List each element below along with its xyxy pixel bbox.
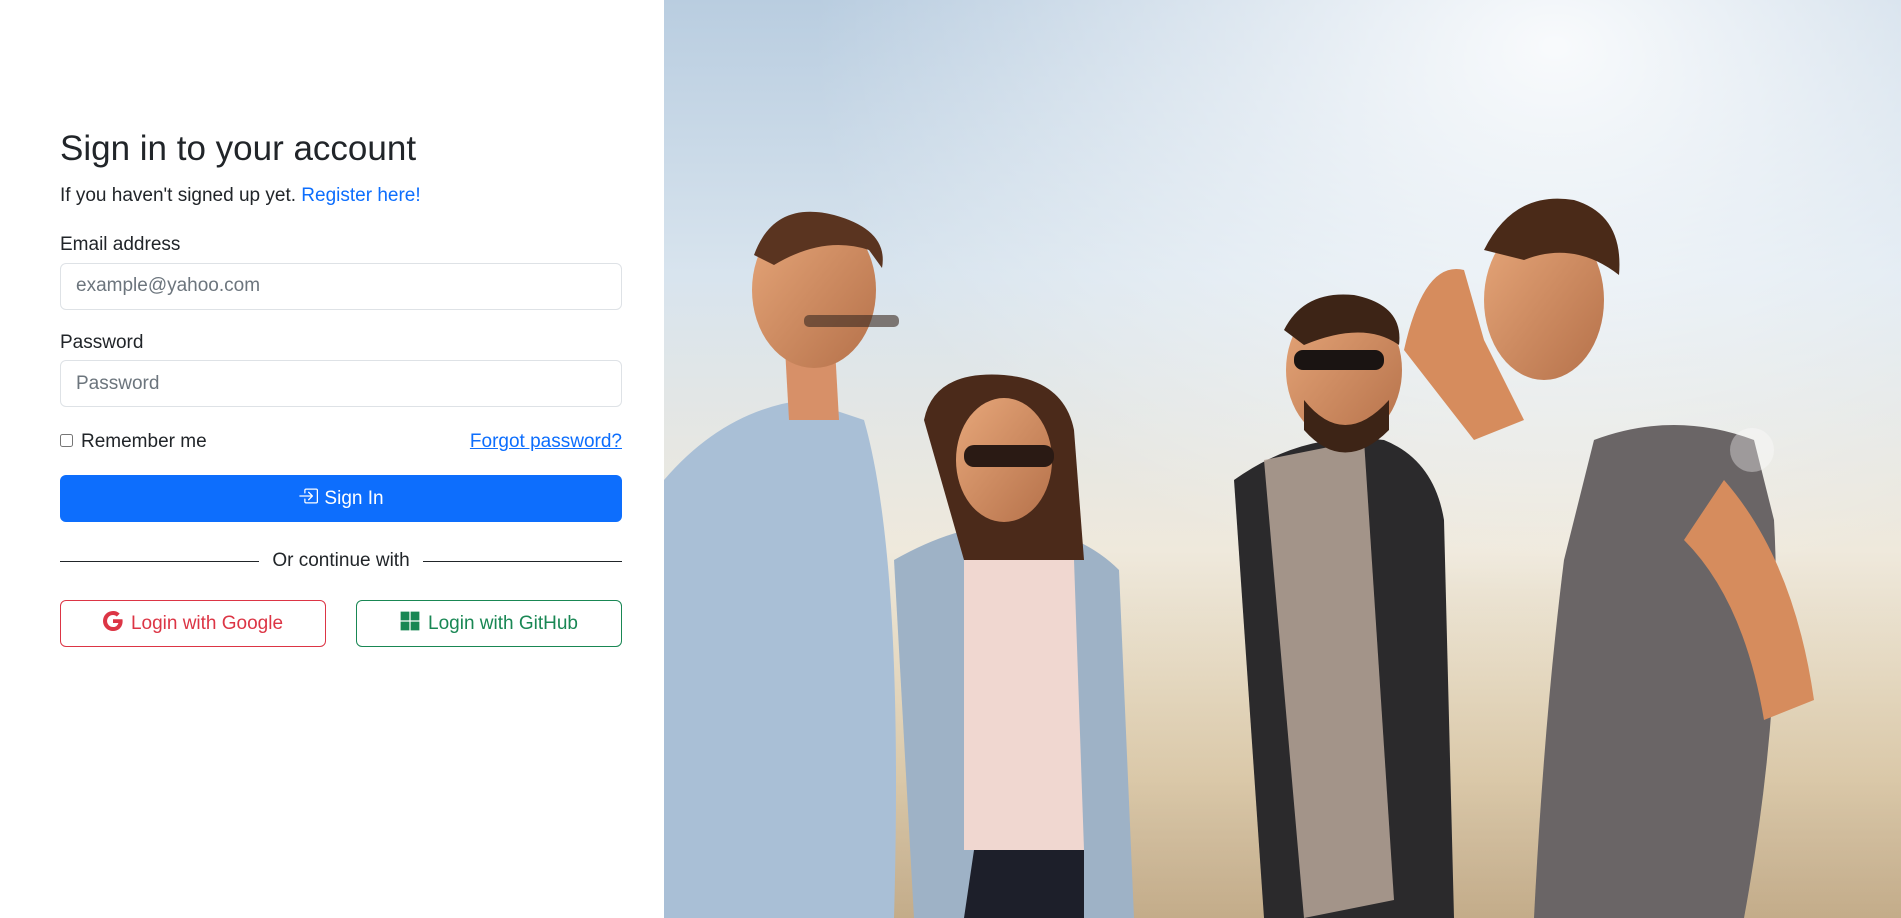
remember-row: Remember me Forgot password?	[60, 431, 622, 453]
sign-in-icon	[298, 486, 319, 512]
password-field[interactable]	[60, 360, 622, 408]
github-login-label: Login with GitHub	[428, 612, 578, 634]
google-login-label: Login with Google	[130, 612, 284, 634]
email-field[interactable]	[60, 262, 622, 310]
continue-divider: Or continue with	[60, 550, 623, 572]
google-icon	[102, 610, 123, 637]
page-title: Sign in to your account	[60, 129, 417, 168]
register-prompt: If you haven't signed up yet. Register h…	[60, 184, 622, 208]
google-login-button[interactable]: Login with Google	[60, 600, 326, 648]
email-label: Email address	[60, 233, 181, 255]
remember-me[interactable]: Remember me	[60, 431, 207, 453]
windows-grid-icon	[400, 611, 420, 637]
remember-me-checkbox[interactable]	[60, 433, 73, 447]
register-prompt-text: If you haven't signed up yet.	[60, 185, 297, 206]
login-page: Sign in to your account If you haven't s…	[0, 0, 1901, 918]
lens-flare	[1730, 428, 1774, 472]
register-link[interactable]: Register here!	[301, 185, 420, 206]
login-form: Sign in to your account If you haven't s…	[60, 128, 623, 648]
password-label: Password	[60, 331, 144, 353]
social-login-row: Login with Google Login with GitHub	[60, 600, 622, 648]
divider-line-left	[60, 560, 260, 562]
login-form-panel: Sign in to your account If you haven't s…	[0, 0, 664, 918]
sign-in-button[interactable]: Sign In	[60, 475, 622, 523]
hero-image	[664, 0, 1901, 918]
sign-in-label: Sign In	[324, 487, 384, 509]
remember-me-label: Remember me	[81, 431, 207, 453]
forgot-password-link[interactable]: Forgot password?	[470, 431, 622, 453]
divider-line-right	[422, 560, 623, 562]
github-login-button[interactable]: Login with GitHub	[356, 600, 622, 648]
divider-text: Or continue with	[272, 550, 410, 572]
hero-photo-illustration	[664, 0, 1901, 918]
